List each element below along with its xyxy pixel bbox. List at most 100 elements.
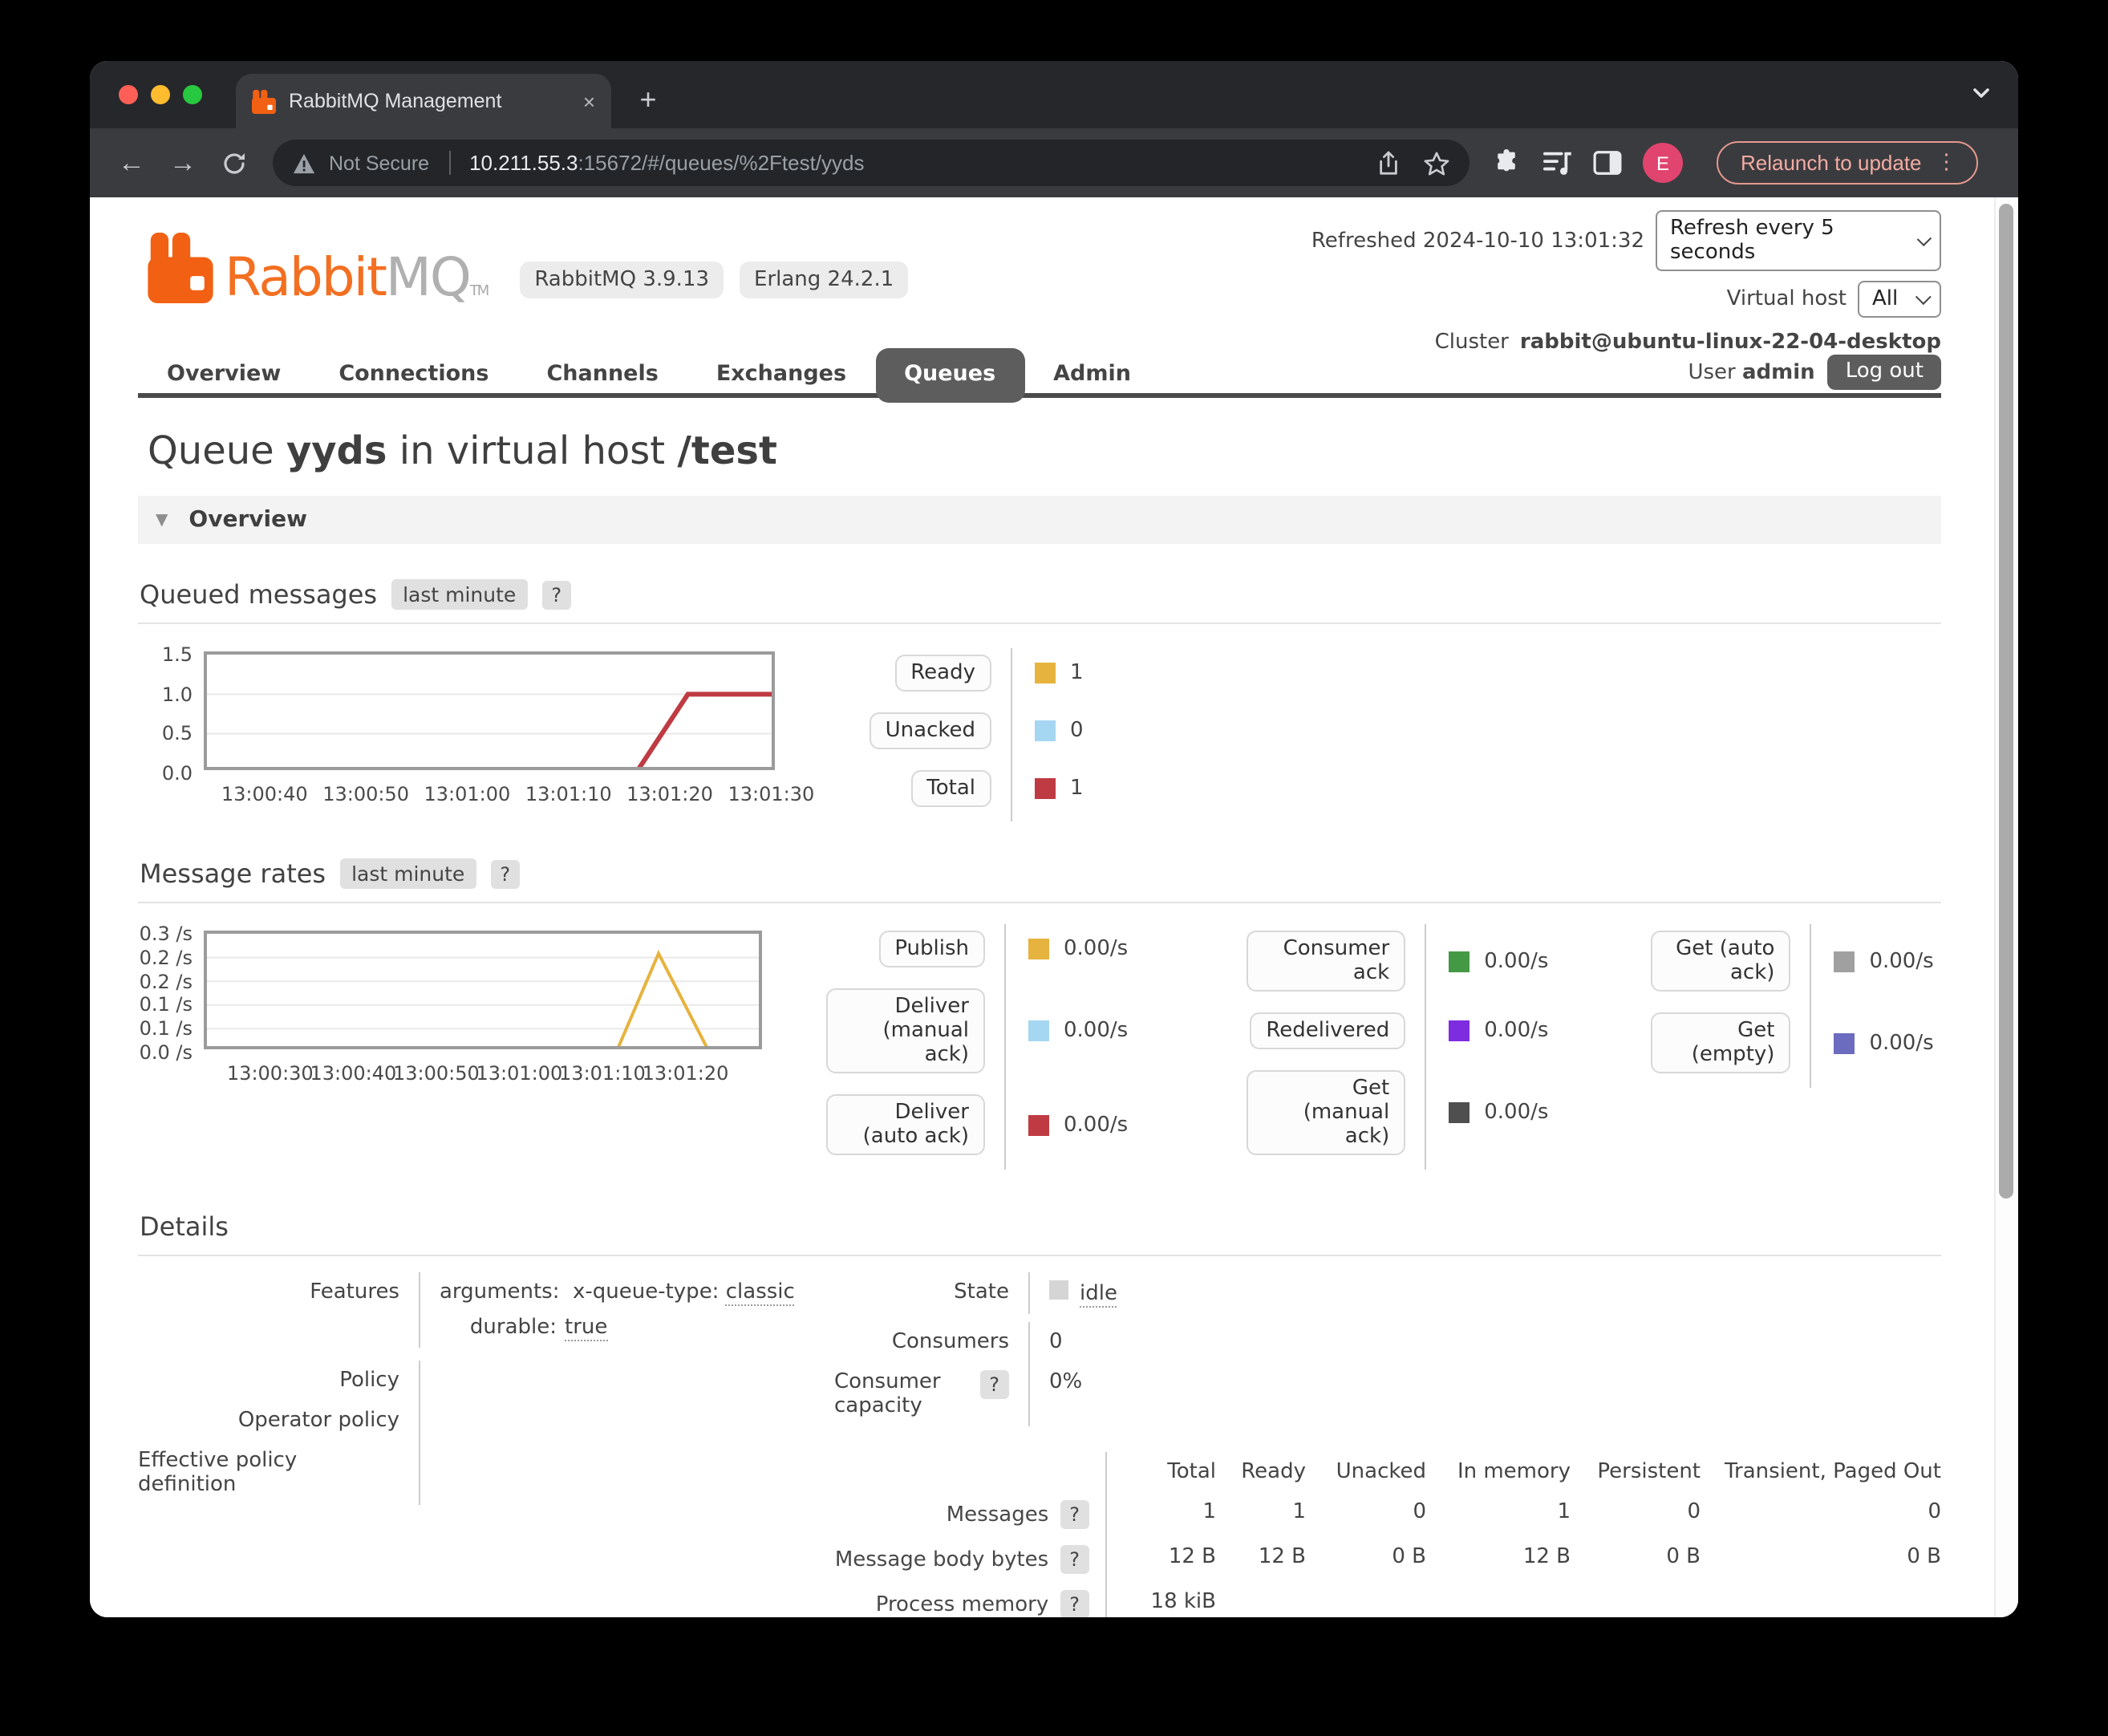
overview-section-header[interactable]: ▼ Overview [138, 496, 1941, 544]
tab-channels[interactable]: Channels [517, 348, 687, 403]
legend-value: 0.00/s [1484, 1101, 1548, 1125]
rates-legend-col3: Get (auto ack) 0.00/s Get (empty) 0.00/s [1651, 924, 1933, 1170]
legend-swatch [1035, 778, 1056, 799]
tab-connections[interactable]: Connections [310, 348, 517, 403]
new-tab-button[interactable]: + [629, 80, 667, 119]
stats-cell: 0 B [1701, 1537, 1941, 1582]
legend-toggle-button[interactable]: Deliver (auto ack) [826, 1094, 985, 1155]
logout-button[interactable]: Log out [1828, 355, 1941, 390]
legend-row: Get (auto ack) 0.00/s [1651, 924, 1933, 1006]
address-bar[interactable]: Not Secure 10.211.55.3:15672/#/queues/%2… [273, 140, 1470, 186]
state-label: State [834, 1272, 1030, 1314]
share-icon[interactable] [1376, 150, 1401, 176]
legend-value: 0.00/s [1064, 1019, 1128, 1043]
collapse-triangle-icon: ▼ [156, 511, 168, 529]
tab-exchanges[interactable]: Exchanges [687, 348, 875, 403]
tab-admin[interactable]: Admin [1024, 348, 1160, 403]
legend-value: 0.00/s [1064, 937, 1128, 961]
stats-cell: 0 [1306, 1492, 1426, 1537]
legend-toggle-button[interactable]: Unacked [870, 712, 991, 749]
stats-cell: 12 B [1426, 1537, 1571, 1582]
legend-swatch [1028, 1020, 1049, 1041]
browser-profile-avatar[interactable]: E [1643, 143, 1683, 183]
rates-chart-x-axis: 13:00:3013:00:4013:00:5013:01:0013:01:10… [204, 1062, 768, 1088]
legend-toggle-button[interactable]: Get (auto ack) [1651, 931, 1790, 992]
refresh-interval-select[interactable]: Refresh every 5 seconds [1656, 210, 1941, 271]
stats-cell [1701, 1582, 1941, 1617]
stats-help-badge[interactable]: ? [1060, 1500, 1089, 1529]
rates-help-badge[interactable]: ? [490, 859, 520, 888]
legend-swatch [1834, 1032, 1855, 1053]
legend-row: Deliver (manual ack) 0.00/s [826, 982, 1128, 1088]
stats-row: Messages? 1 1 0 1 0 0 [834, 1492, 1941, 1537]
legend-row: Total 1 [858, 764, 1084, 821]
queued-help-badge[interactable]: ? [541, 580, 571, 609]
virtual-host-select[interactable]: All [1858, 281, 1941, 318]
legend-row: Get (empty) 0.00/s [1651, 1006, 1933, 1088]
window-zoom-button[interactable] [183, 85, 202, 104]
queued-messages-chart: 1.51.00.50.0 13:00:4013:00:5013:01:0013:… [204, 651, 781, 821]
stats-col-in-memory: In memory [1426, 1452, 1571, 1492]
message-stats-table: Total Ready Unacked In memory Persistent… [834, 1452, 1941, 1617]
browser-tabstrip: RabbitMQ Management × + [90, 61, 2018, 128]
queue-name: yyds [286, 428, 387, 473]
stats-cell: 1 [1107, 1492, 1216, 1537]
legend-toggle-button[interactable]: Get (manual ack) [1247, 1070, 1405, 1155]
consumers-value: 0 [1030, 1322, 1063, 1362]
back-button[interactable]: ← [109, 140, 154, 185]
stats-help-badge[interactable]: ? [1060, 1545, 1089, 1574]
extensions-puzzle-icon[interactable] [1492, 148, 1521, 177]
legend-swatch [1449, 1020, 1470, 1041]
tab-queues[interactable]: Queues [875, 348, 1024, 403]
page-scrollbar[interactable] [1994, 197, 2018, 1617]
chevron-down-icon [1916, 231, 1932, 246]
stats-col-persistent: Persistent [1571, 1452, 1701, 1492]
rabbitmq-logo[interactable]: RabbitMQTM [148, 233, 488, 303]
legend-toggle-button[interactable]: Redelivered [1250, 1012, 1405, 1049]
durable-value: true [565, 1316, 607, 1341]
legend-toggle-button[interactable]: Consumer ack [1247, 931, 1405, 992]
stats-row: Process memory? 18 kiB [834, 1582, 1941, 1617]
capacity-help-badge[interactable]: ? [979, 1370, 1009, 1399]
user-name: admin [1742, 360, 1815, 384]
legend-value: 0.00/s [1869, 949, 1933, 973]
stats-help-badge[interactable]: ? [1060, 1590, 1089, 1617]
window-minimize-button[interactable] [151, 85, 170, 104]
relaunch-to-update-button[interactable]: Relaunch to update ⋮ [1717, 141, 1978, 185]
reload-button[interactable] [212, 140, 257, 185]
tab-overview[interactable]: Overview [138, 348, 310, 403]
rates-chart-plot [204, 931, 762, 1049]
features-label: Features [138, 1272, 420, 1348]
stats-cell: 0 B [1306, 1537, 1426, 1582]
rates-range-badge[interactable]: last minute [340, 858, 476, 889]
queued-chart-plot [204, 651, 775, 770]
page-title: Queue yyds in virtual host /test [138, 428, 1941, 473]
legend-value: 0.00/s [1869, 1031, 1933, 1055]
media-playlist-icon[interactable] [1542, 149, 1572, 176]
queued-range-badge[interactable]: last minute [391, 579, 527, 610]
state-idle-swatch [1049, 1280, 1068, 1300]
legend-toggle-button[interactable]: Get (empty) [1651, 1012, 1790, 1073]
forward-button[interactable]: → [160, 140, 205, 185]
rates-legend-col1: Publish 0.00/s Deliver (manual ack) 0.00… [826, 924, 1128, 1170]
legend-toggle-button[interactable]: Deliver (manual ack) [826, 988, 985, 1073]
legend-toggle-button[interactable]: Ready [894, 655, 991, 692]
tab-search-chevron-icon[interactable] [1970, 82, 1992, 104]
legend-toggle-button[interactable]: Publish [878, 931, 985, 967]
scrollbar-thumb[interactable] [1999, 204, 2013, 1198]
stats-col-total: Total [1107, 1452, 1216, 1492]
side-panel-icon[interactable] [1593, 151, 1622, 175]
tab-close-icon[interactable]: × [583, 89, 595, 113]
window-close-button[interactable] [119, 85, 138, 104]
reload-icon [221, 150, 247, 176]
legend-swatch [1449, 1102, 1470, 1123]
legend-toggle-button[interactable]: Total [910, 770, 991, 807]
virtual-host-label: Virtual host [1727, 287, 1847, 311]
queued-legend: Ready 1 Unacked 0 Total 1 [858, 648, 1084, 821]
bookmark-star-icon[interactable] [1423, 150, 1450, 176]
tab-title: RabbitMQ Management [289, 90, 570, 112]
browser-tab[interactable]: RabbitMQ Management × [236, 74, 611, 128]
stats-row: Message body bytes? 12 B 12 B 0 B 12 B 0… [834, 1537, 1941, 1582]
consumers-label: Consumers [834, 1322, 1030, 1362]
details-heading: Details [138, 1211, 1941, 1256]
